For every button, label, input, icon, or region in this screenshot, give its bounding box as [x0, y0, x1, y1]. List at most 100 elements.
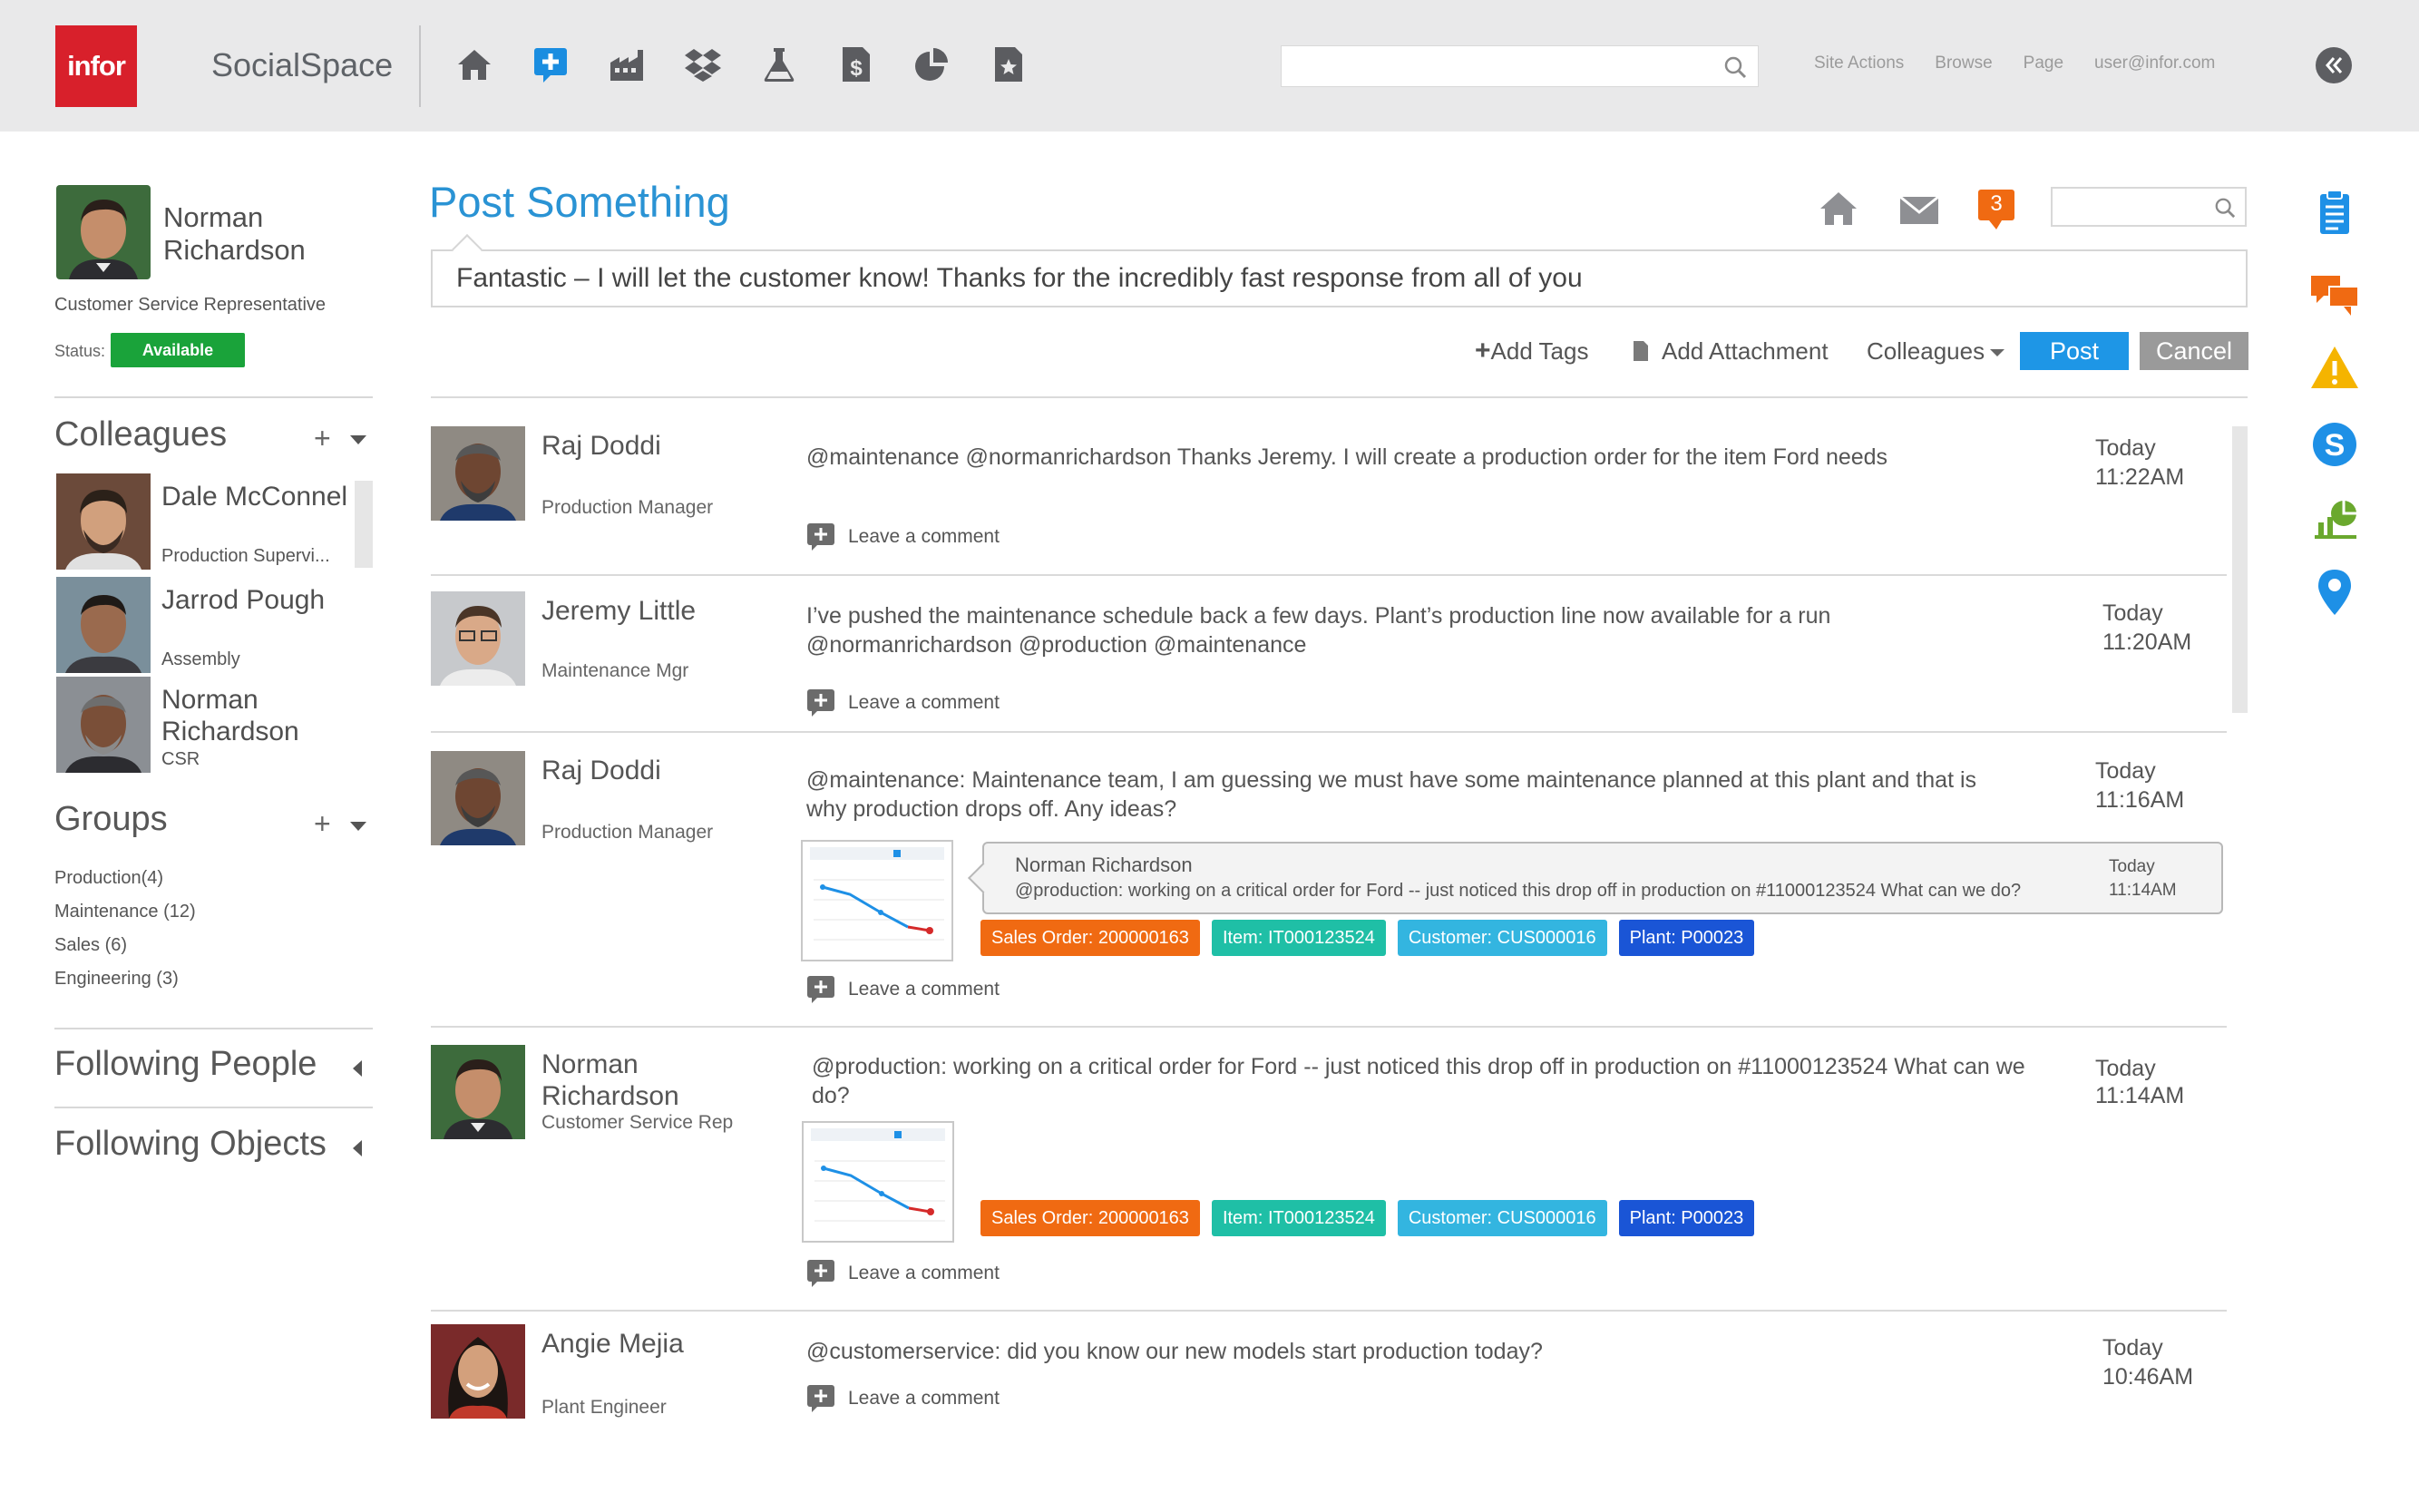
following-people-expand-caret[interactable]	[353, 1060, 362, 1077]
quoted-post[interactable]: Norman Richardson @production: working o…	[982, 842, 2223, 914]
pie-chart-icon[interactable]	[911, 44, 952, 85]
add-tags-button[interactable]: +Add Tags	[1475, 336, 1588, 366]
leave-comment-label: Leave a comment	[848, 526, 1000, 547]
chart-icon[interactable]	[2307, 493, 2362, 544]
tag-plant[interactable]: Plant: P00023	[1618, 920, 1755, 956]
dropbox-icon[interactable]	[682, 44, 724, 85]
plus-icon: +	[1475, 336, 1491, 366]
comment-plus-icon	[807, 689, 834, 717]
search-icon[interactable]	[1723, 55, 1747, 79]
avatar[interactable]	[431, 426, 525, 521]
chart-thumbnail[interactable]	[801, 840, 953, 961]
post-message: @customerservice: did you know our new m…	[806, 1339, 1543, 1364]
colleague-role: CSR	[161, 749, 200, 769]
post-day: Today	[2095, 758, 2156, 784]
feed-scrollbar[interactable]	[2232, 426, 2248, 713]
author-name[interactable]: Raj Doddi	[541, 430, 750, 462]
author-name[interactable]: Jeremy Little	[541, 595, 750, 627]
leave-comment-link[interactable]: Leave a comment	[806, 522, 1000, 551]
factory-icon[interactable]	[606, 44, 648, 85]
skype-icon[interactable]: S	[2307, 419, 2362, 470]
map-pin-icon[interactable]	[2307, 566, 2362, 617]
feed-search-input[interactable]	[2051, 187, 2247, 227]
search-icon[interactable]	[2214, 197, 2236, 219]
quoted-day: Today	[2109, 857, 2155, 876]
leave-comment-link[interactable]: Leave a comment	[806, 1259, 1000, 1288]
following-objects-heading[interactable]: Following Objects	[54, 1125, 327, 1164]
following-objects-expand-caret[interactable]	[353, 1140, 362, 1156]
home-icon[interactable]	[454, 44, 495, 85]
star-doc-icon[interactable]	[987, 44, 1029, 85]
colleague-role: Assembly	[161, 649, 240, 669]
leave-comment-link[interactable]: Leave a comment	[806, 975, 1000, 1004]
tag-sales-order[interactable]: Sales Order: 200000163	[980, 1200, 1200, 1236]
add-attachment-button[interactable]: Add Attachment	[1633, 337, 1829, 365]
document-icon	[1634, 341, 1648, 361]
warning-icon[interactable]	[2307, 343, 2362, 394]
author-name[interactable]: Angie Mejia	[541, 1328, 750, 1360]
infor-logo[interactable]: infor	[55, 25, 137, 107]
colleagues-dropdown[interactable]: Colleagues	[1867, 337, 2005, 365]
collapse-panel-button[interactable]	[2316, 47, 2352, 83]
status-label: Status:	[54, 342, 106, 360]
clipboard-icon[interactable]	[2307, 187, 2362, 238]
group-item-sales[interactable]: Sales (6)	[54, 935, 127, 956]
flask-icon[interactable]	[758, 44, 800, 85]
post-time: 11:20AM	[2102, 629, 2192, 655]
colleagues-dropdown-label: Colleagues	[1867, 337, 1985, 365]
colleague-item[interactable]: Dale McConnel Production Supervi...	[56, 473, 365, 570]
tag-customer[interactable]: Customer: CUS000016	[1397, 1200, 1607, 1236]
add-post-icon[interactable]	[530, 44, 571, 85]
add-group-button[interactable]: +	[314, 809, 331, 838]
top-links: Site Actions Browse Page user@infor.com	[1814, 54, 2215, 73]
user-email-link[interactable]: user@infor.com	[2094, 54, 2215, 73]
browse-link[interactable]: Browse	[1935, 54, 1992, 73]
tag-customer[interactable]: Customer: CUS000016	[1397, 920, 1607, 956]
post-time: 10:46AM	[2102, 1364, 2194, 1390]
leave-comment-link[interactable]: Leave a comment	[806, 1384, 1000, 1413]
group-item-production[interactable]: Production(4)	[54, 868, 163, 889]
post-day: Today	[2095, 1056, 2156, 1081]
avatar[interactable]	[431, 591, 525, 686]
profile-name[interactable]: Norman Richardson	[163, 201, 372, 267]
tag-plant[interactable]: Plant: P00023	[1618, 1200, 1755, 1236]
colleague-item[interactable]: Norman Richardson CSR	[56, 677, 365, 773]
add-colleague-button[interactable]: +	[314, 424, 331, 453]
home-icon[interactable]	[1819, 190, 1858, 227]
groups-heading[interactable]: Groups	[54, 800, 168, 839]
avatar[interactable]	[431, 751, 525, 845]
tag-item[interactable]: Item: IT000123524	[1211, 1200, 1386, 1236]
mail-icon[interactable]	[1899, 196, 1939, 225]
app-name[interactable]: SocialSpace	[211, 46, 393, 84]
avatar[interactable]	[431, 1045, 525, 1139]
post-input[interactable]: Fantastic – I will let the customer know…	[431, 249, 2248, 307]
page-link[interactable]: Page	[2024, 54, 2063, 73]
global-search-input[interactable]	[1281, 45, 1759, 87]
groups-collapse-caret[interactable]	[350, 822, 366, 831]
comment-plus-icon	[807, 1385, 834, 1412]
cancel-button[interactable]: Cancel	[2140, 332, 2248, 370]
colleagues-collapse-caret[interactable]	[350, 435, 366, 444]
author-name[interactable]: Norman Richardson	[541, 1049, 750, 1112]
leave-comment-link[interactable]: Leave a comment	[806, 688, 1000, 717]
profile-avatar[interactable]	[56, 185, 151, 279]
chat-bubbles-icon[interactable]	[2307, 270, 2362, 321]
dollar-doc-icon[interactable]: $	[834, 44, 876, 85]
group-item-maintenance[interactable]: Maintenance (12)	[54, 902, 196, 922]
following-people-heading[interactable]: Following People	[54, 1045, 317, 1084]
chart-thumbnail[interactable]	[802, 1121, 954, 1243]
post-button[interactable]: Post	[2020, 332, 2129, 370]
tag-item[interactable]: Item: IT000123524	[1211, 920, 1386, 956]
colleagues-heading[interactable]: Colleagues	[54, 415, 227, 454]
site-actions-link[interactable]: Site Actions	[1814, 54, 1904, 73]
double-chevron-left-icon	[2326, 57, 2343, 73]
tag-sales-order[interactable]: Sales Order: 200000163	[980, 920, 1200, 956]
group-item-engineering[interactable]: Engineering (3)	[54, 969, 179, 990]
colleagues-scrollbar[interactable]	[355, 481, 373, 568]
colleague-item[interactable]: Jarrod Pough Assembly	[56, 577, 365, 673]
notifications-badge[interactable]: 3	[1978, 190, 2014, 229]
author-name[interactable]: Raj Doddi	[541, 755, 750, 786]
status-badge[interactable]: Available	[111, 333, 245, 367]
avatar[interactable]	[431, 1324, 525, 1419]
feed-divider	[431, 731, 2227, 733]
